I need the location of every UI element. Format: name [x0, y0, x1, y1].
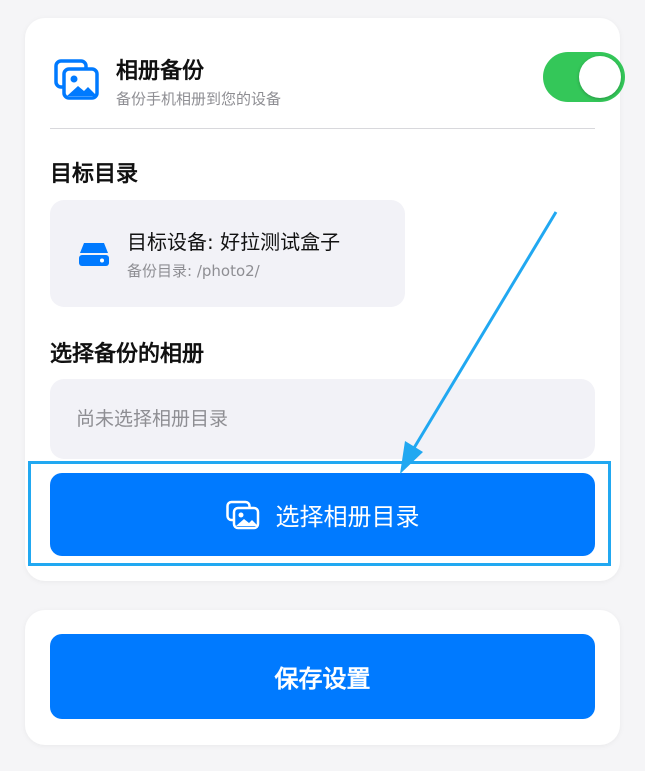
album-backup-header: 相册备份 备份手机相册到您的设备 [53, 52, 625, 126]
select-album-button[interactable]: 选择相册目录 [50, 473, 595, 556]
backup-path: 备份目录: /photo2/ [127, 262, 260, 280]
photo-album-icon [54, 59, 99, 100]
select-album-button-label: 选择相册目录 [275, 503, 420, 531]
album-backup-title: 相册备份 [116, 59, 205, 84]
album-directory-field[interactable] [50, 379, 595, 459]
album-backup-subtitle: 备份手机相册到您的设备 [116, 90, 282, 108]
target-device-name: 目标设备: 好拉测试盒子 [127, 230, 341, 254]
disk-icon [79, 243, 109, 266]
target-directory-title: 目标目录 [50, 162, 139, 187]
save-settings-button[interactable]: 保存设置 [50, 634, 595, 719]
toggle-knob [579, 56, 621, 98]
album-backup-toggle[interactable] [543, 52, 625, 102]
divider [50, 128, 595, 129]
select-album-title: 选择备份的相册 [50, 342, 205, 367]
photo-album-icon [225, 500, 259, 529]
target-device-box[interactable]: 目标设备: 好拉测试盒子 备份目录: /photo2/ [50, 200, 405, 307]
